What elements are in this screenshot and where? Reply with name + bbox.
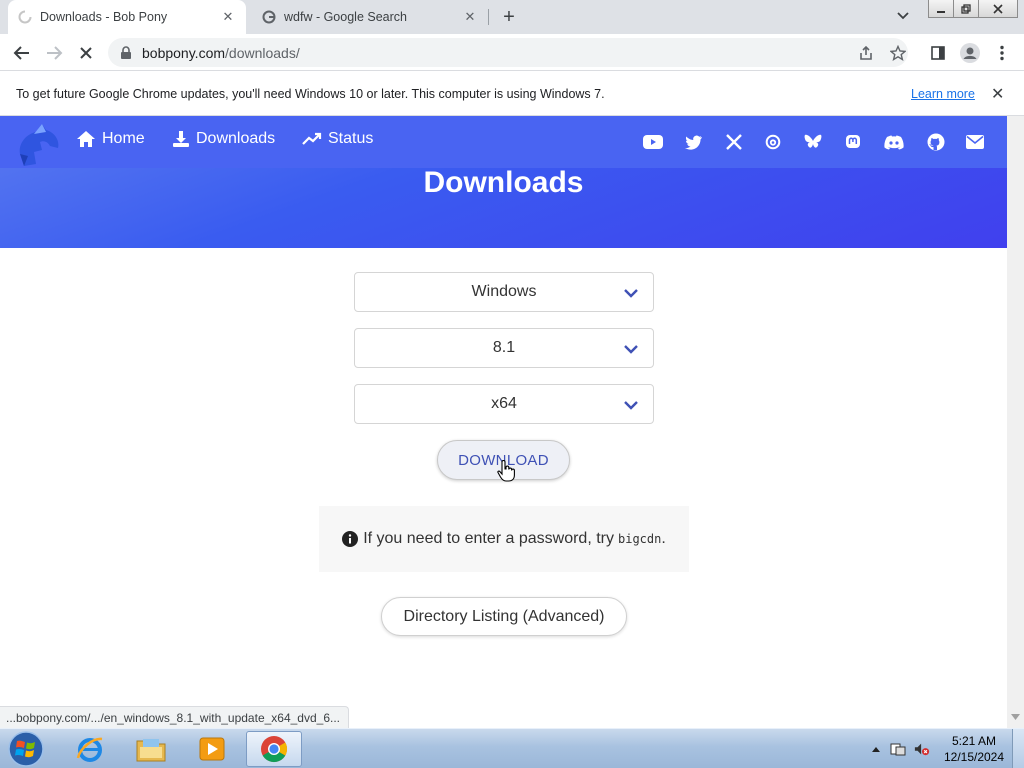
page-scrollbar[interactable] xyxy=(1007,116,1024,728)
github-icon[interactable] xyxy=(926,133,946,151)
tab-separator xyxy=(488,9,489,25)
google-icon xyxy=(262,10,276,24)
system-clock[interactable]: 5:21 AM 12/15/2024 xyxy=(940,733,1008,765)
close-tab-icon[interactable]: ✕ xyxy=(462,9,478,25)
trending-up-icon xyxy=(302,132,322,145)
os-select[interactable]: Windows xyxy=(354,272,654,312)
page-content: Home Downloads Status Downloads Windows … xyxy=(0,116,1007,728)
learn-more-link[interactable]: Learn more xyxy=(911,87,975,101)
taskbar-chrome[interactable] xyxy=(246,731,302,767)
show-desktop-button[interactable] xyxy=(1012,729,1024,768)
forward-arrow-icon[interactable] xyxy=(42,41,66,65)
address-bar[interactable]: bobpony.com/downloads/ xyxy=(108,38,908,67)
directory-listing-label: Directory Listing (Advanced) xyxy=(403,607,605,625)
volume-muted-icon[interactable] xyxy=(914,741,930,757)
info-circle-icon xyxy=(342,531,359,547)
media-player-icon xyxy=(199,737,225,761)
version-select-value: 8.1 xyxy=(492,339,516,356)
page-title: Downloads xyxy=(423,166,584,199)
hand-cursor-icon xyxy=(497,460,515,482)
architecture-select-value: x64 xyxy=(491,395,517,412)
share-icon[interactable] xyxy=(854,41,878,65)
tab-downloads-bob-pony[interactable]: Downloads - Bob Pony ✕ xyxy=(8,0,246,34)
side-panel-icon[interactable] xyxy=(926,41,950,65)
stop-loading-icon[interactable] xyxy=(74,41,98,65)
internet-explorer-icon xyxy=(76,737,103,762)
x-icon[interactable] xyxy=(724,133,744,151)
profile-avatar-icon[interactable] xyxy=(958,41,982,65)
kebab-menu-icon[interactable] xyxy=(990,41,1014,65)
chrome-icon xyxy=(261,736,288,763)
taskbar-file-explorer[interactable] xyxy=(123,731,179,767)
directory-listing-button[interactable]: Directory Listing (Advanced) xyxy=(381,597,627,636)
loading-spinner-icon xyxy=(18,10,32,24)
tab-wdfw-google-search[interactable]: wdfw - Google Search ✕ xyxy=(252,0,488,34)
version-select[interactable]: 8.1 xyxy=(354,328,654,368)
home-icon xyxy=(77,131,95,147)
nav-downloads-link[interactable]: Downloads xyxy=(172,130,275,148)
clock-date: 12/15/2024 xyxy=(943,750,1005,764)
tab-title: wdfw - Google Search xyxy=(284,10,407,24)
password-notice: If you need to enter a password, try bigc… xyxy=(319,506,689,572)
close-infobar-icon[interactable]: ✕ xyxy=(991,84,1004,104)
download-icon xyxy=(173,131,189,147)
chevron-down-icon xyxy=(624,289,638,298)
notice-text: If you need to enter a password, try xyxy=(363,530,614,547)
tab-strip: Downloads - Bob Pony ✕ wdfw - Google Sea… xyxy=(0,0,1024,34)
nav-status-link[interactable]: Status xyxy=(302,130,373,148)
youtube-icon[interactable] xyxy=(643,133,663,151)
threads-icon[interactable] xyxy=(763,133,783,151)
url-path: /downloads/ xyxy=(225,44,300,61)
bob-pony-logo[interactable] xyxy=(12,120,64,170)
start-button[interactable] xyxy=(6,730,46,768)
folder-icon xyxy=(136,739,166,762)
taskbar-media-player[interactable] xyxy=(184,731,240,767)
nav-downloads-label: Downloads xyxy=(196,130,276,147)
taskbar-internet-explorer[interactable] xyxy=(62,731,118,767)
windows-taskbar: 5:21 AM 12/15/2024 xyxy=(0,728,1024,768)
email-icon[interactable] xyxy=(965,133,985,151)
browser-toolbar: bobpony.com/downloads/ xyxy=(0,34,1024,71)
mastodon-icon[interactable] xyxy=(843,133,863,151)
status-url: ...bobpony.com/.../en_windows_8.1_with_u… xyxy=(6,710,341,725)
close-tab-icon[interactable]: ✕ xyxy=(220,9,236,25)
notice-period: . xyxy=(661,530,666,547)
close-window-button[interactable] xyxy=(978,0,1018,18)
url-host: bobpony.com xyxy=(142,44,226,61)
action-center-icon[interactable] xyxy=(890,741,906,757)
nav-status-label: Status xyxy=(328,130,374,147)
site-nav: Home Downloads Status xyxy=(0,116,1007,168)
bluesky-icon[interactable] xyxy=(803,133,823,151)
back-arrow-icon[interactable] xyxy=(10,41,34,65)
scroll-down-arrow-icon[interactable] xyxy=(1011,714,1020,720)
minimize-button[interactable] xyxy=(928,0,954,18)
discord-icon[interactable] xyxy=(884,133,904,151)
tab-search-chevron-icon[interactable] xyxy=(896,9,910,23)
os-select-value: Windows xyxy=(471,283,537,300)
lock-icon xyxy=(121,45,131,59)
clock-time: 5:21 AM xyxy=(951,734,997,748)
twitter-icon[interactable] xyxy=(684,133,704,151)
nav-home-link[interactable]: Home xyxy=(76,130,145,148)
new-tab-button[interactable]: + xyxy=(499,6,519,28)
bookmark-star-icon[interactable] xyxy=(886,41,910,65)
infobar-message: To get future Google Chrome updates, you… xyxy=(16,86,605,101)
restore-button[interactable] xyxy=(953,0,979,18)
nav-home-label: Home xyxy=(102,130,145,147)
show-hidden-icons-arrow[interactable] xyxy=(868,741,884,757)
chevron-down-icon xyxy=(624,401,638,410)
link-status-bubble: ...bobpony.com/.../en_windows_8.1_with_u… xyxy=(0,706,350,728)
tab-title: Downloads - Bob Pony xyxy=(40,10,168,24)
architecture-select[interactable]: x64 xyxy=(354,384,654,424)
chevron-down-icon xyxy=(624,345,638,354)
notice-password-code: bigcdn xyxy=(618,532,662,546)
update-infobar: To get future Google Chrome updates, you… xyxy=(0,72,1024,116)
